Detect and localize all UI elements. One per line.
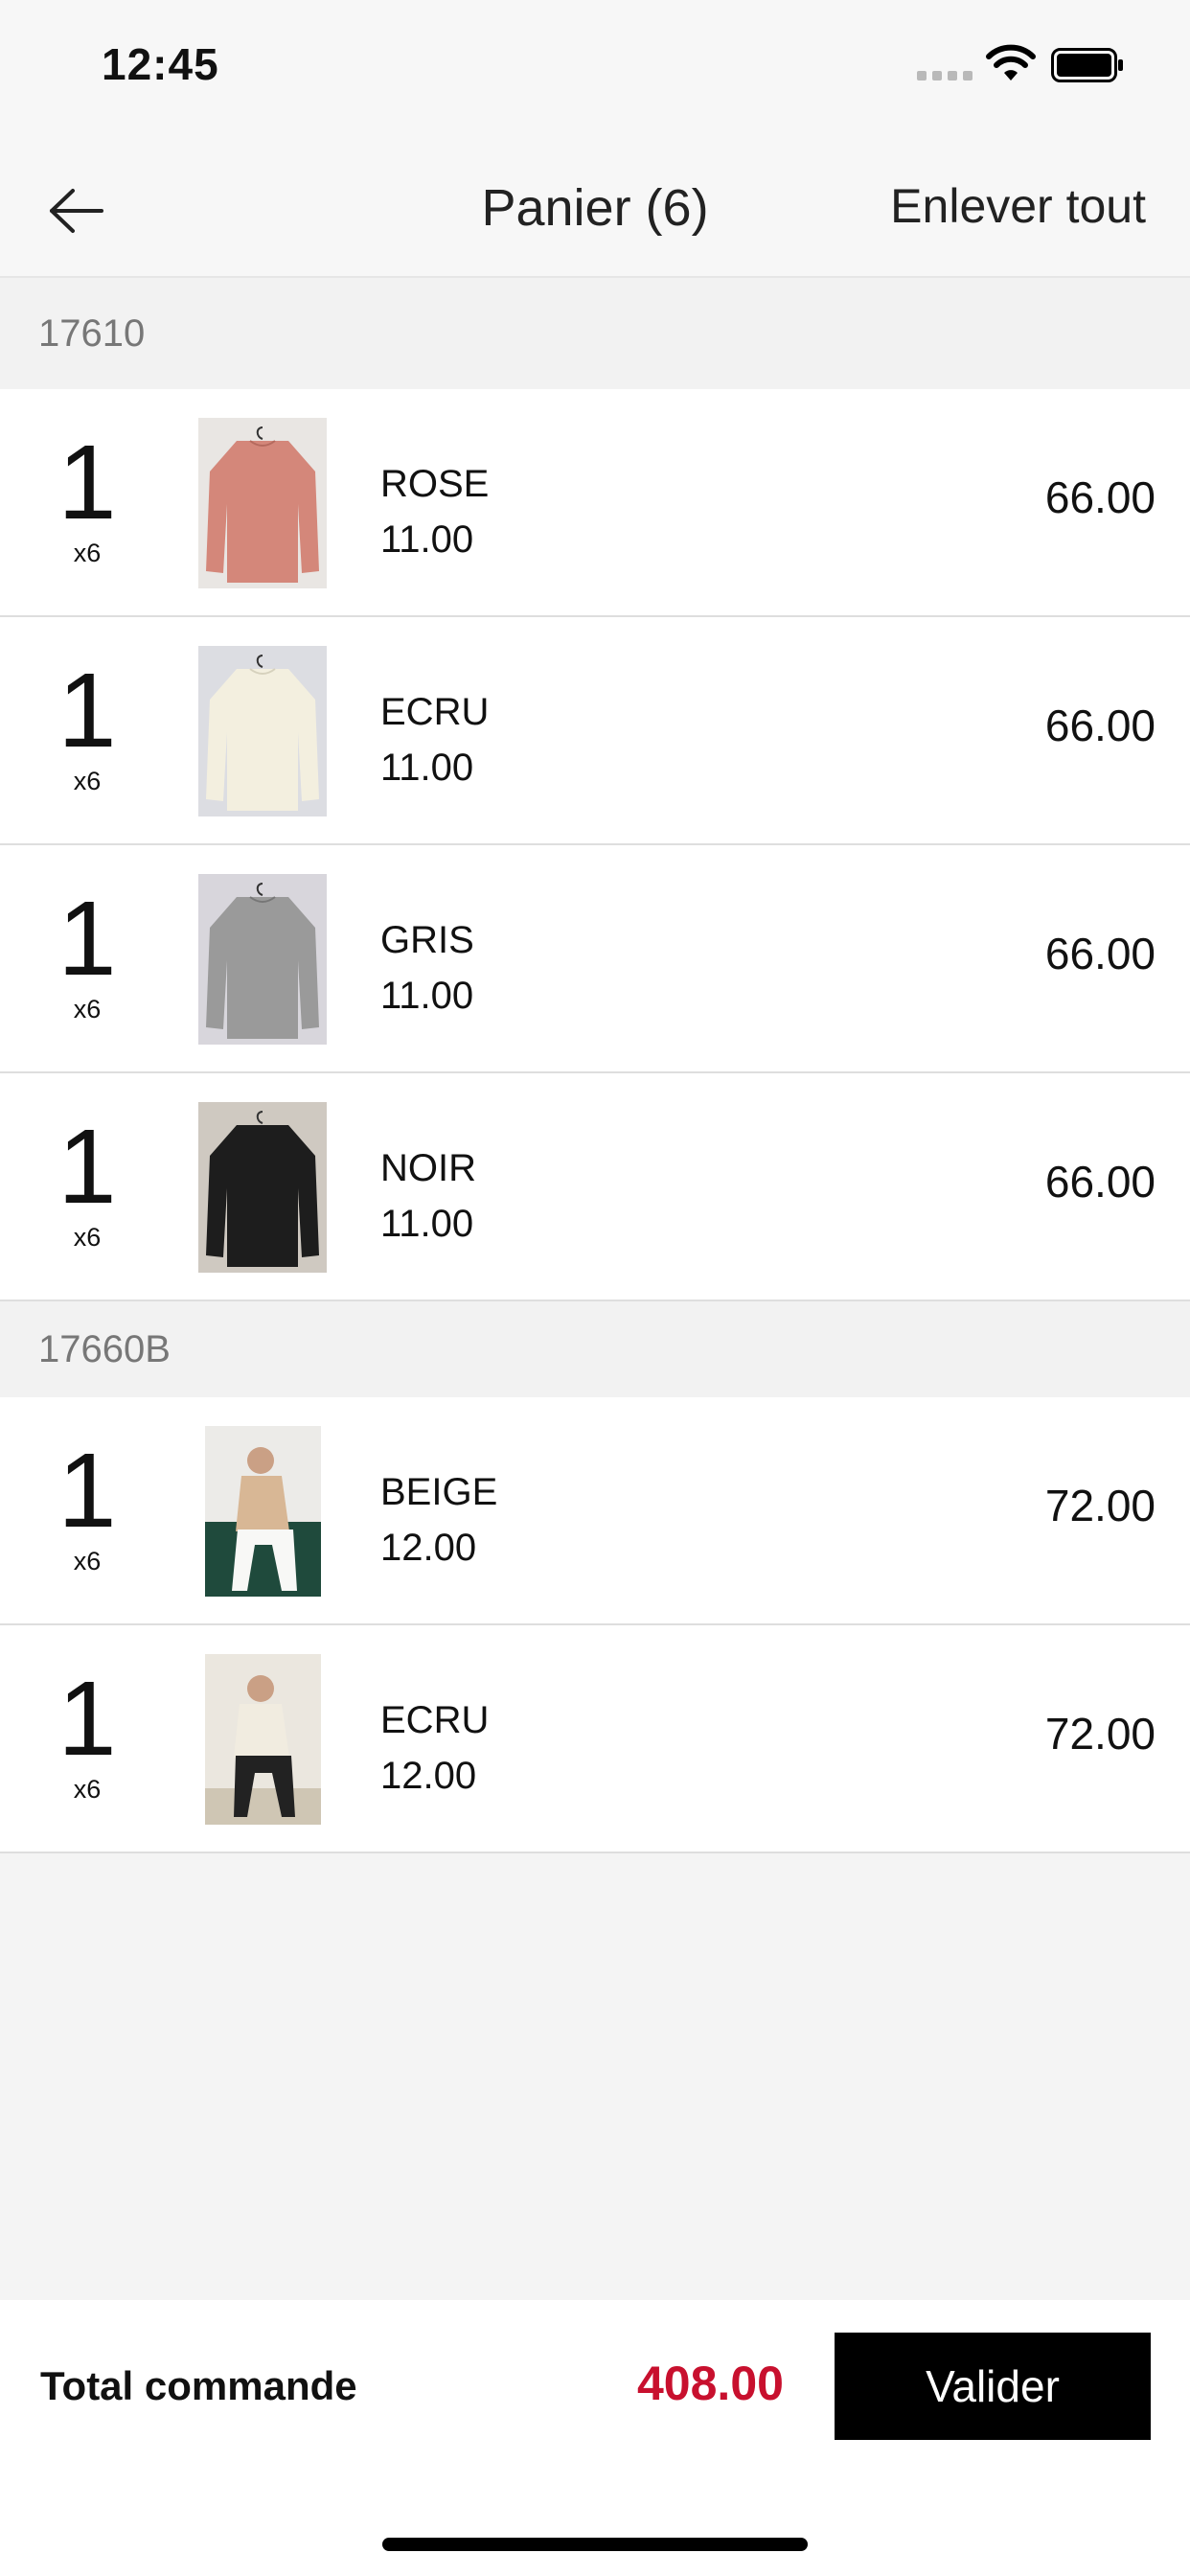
pack-multiplier: x6: [73, 1547, 102, 1576]
product-image[interactable]: [205, 1426, 321, 1597]
product-image[interactable]: [205, 1654, 321, 1825]
quantity-selector[interactable]: 1 x6: [38, 424, 136, 568]
cart-item-row[interactable]: 1 x6 NOIR 11.00 66.00: [0, 1073, 1190, 1301]
item-unit-price: 11.00: [380, 975, 474, 1017]
item-line-total: 72.00: [1044, 1481, 1156, 1530]
wifi-icon: [986, 44, 1036, 80]
group-header: 17660B: [0, 1301, 1190, 1397]
quantity-value: 1: [57, 424, 117, 541]
product-image[interactable]: [198, 874, 327, 1045]
quantity-selector[interactable]: 1 x6: [38, 880, 136, 1024]
validate-button[interactable]: Valider: [835, 2333, 1151, 2440]
home-indicator: [382, 2538, 808, 2551]
cart-item-row[interactable]: 1 x6 ECRU 11.00 66.00: [0, 617, 1190, 845]
pack-multiplier: x6: [73, 767, 102, 795]
product-image[interactable]: [198, 646, 327, 816]
nav-bar: Panier (6) Enlever tout: [0, 134, 1190, 278]
quantity-value: 1: [57, 1108, 117, 1226]
item-info: BEIGE 12.00: [380, 1464, 497, 1576]
cart-item-row[interactable]: 1 x6 ROSE 11.00 66.00: [0, 389, 1190, 617]
group-header: 17610: [0, 278, 1190, 389]
product-image[interactable]: [198, 418, 327, 588]
quantity-selector[interactable]: 1 x6: [38, 1660, 136, 1805]
status-bar: 12:45: [0, 0, 1190, 134]
item-line-total: 66.00: [1044, 701, 1156, 750]
quantity-value: 1: [57, 652, 117, 770]
item-line-total: 72.00: [1044, 1709, 1156, 1759]
item-line-total: 66.00: [1044, 929, 1156, 978]
item-unit-price: 11.00: [380, 747, 474, 789]
quantity-value: 1: [57, 1432, 117, 1550]
item-unit-price: 11.00: [380, 1203, 474, 1245]
item-line-total: 66.00: [1044, 472, 1156, 522]
order-total-label: Total commande: [40, 2363, 357, 2408]
item-line-total: 66.00: [1044, 1157, 1156, 1207]
item-color: ROSE: [380, 463, 490, 505]
cart-list: 17610 1 x6 ROSE 11.00 66.00 1 x6 ECRU 11…: [0, 278, 1190, 1853]
item-info: GRIS 11.00: [380, 912, 474, 1024]
item-info: ROSE 11.00: [380, 456, 489, 567]
pack-multiplier: x6: [73, 995, 102, 1024]
battery-icon: [1051, 48, 1123, 82]
order-footer: Total commande 408.00 Valider: [0, 2300, 1190, 2576]
cellular-signal-icon: [917, 71, 973, 80]
item-color: NOIR: [380, 1147, 476, 1189]
pack-multiplier: x6: [73, 539, 102, 567]
quantity-value: 1: [57, 880, 117, 998]
status-time: 12:45: [102, 39, 219, 89]
item-info: ECRU 12.00: [380, 1692, 489, 1804]
cart-item-row[interactable]: 1 x6 GRIS 11.00 66.00: [0, 845, 1190, 1073]
quantity-selector[interactable]: 1 x6: [38, 1432, 136, 1576]
cart-item-row[interactable]: 1 x6 ECRU 12.00 72.00: [0, 1625, 1190, 1853]
quantity-selector[interactable]: 1 x6: [38, 1108, 136, 1253]
item-unit-price: 11.00: [380, 518, 474, 561]
item-color: BEIGE: [380, 1471, 498, 1513]
remove-all-button[interactable]: Enlever tout: [890, 178, 1146, 234]
item-info: NOIR 11.00: [380, 1140, 476, 1252]
cart-item-row[interactable]: 1 x6 BEIGE 12.00 72.00: [0, 1397, 1190, 1625]
item-color: ECRU: [380, 691, 490, 733]
pack-multiplier: x6: [73, 1775, 102, 1804]
item-color: ECRU: [380, 1699, 490, 1741]
item-unit-price: 12.00: [380, 1755, 477, 1797]
product-image[interactable]: [198, 1102, 327, 1273]
item-color: GRIS: [380, 919, 474, 961]
item-unit-price: 12.00: [380, 1527, 477, 1569]
pack-multiplier: x6: [73, 1223, 102, 1252]
order-total-value: 408.00: [637, 2357, 784, 2410]
quantity-value: 1: [57, 1660, 117, 1778]
quantity-selector[interactable]: 1 x6: [38, 652, 136, 796]
item-info: ECRU 11.00: [380, 684, 489, 795]
